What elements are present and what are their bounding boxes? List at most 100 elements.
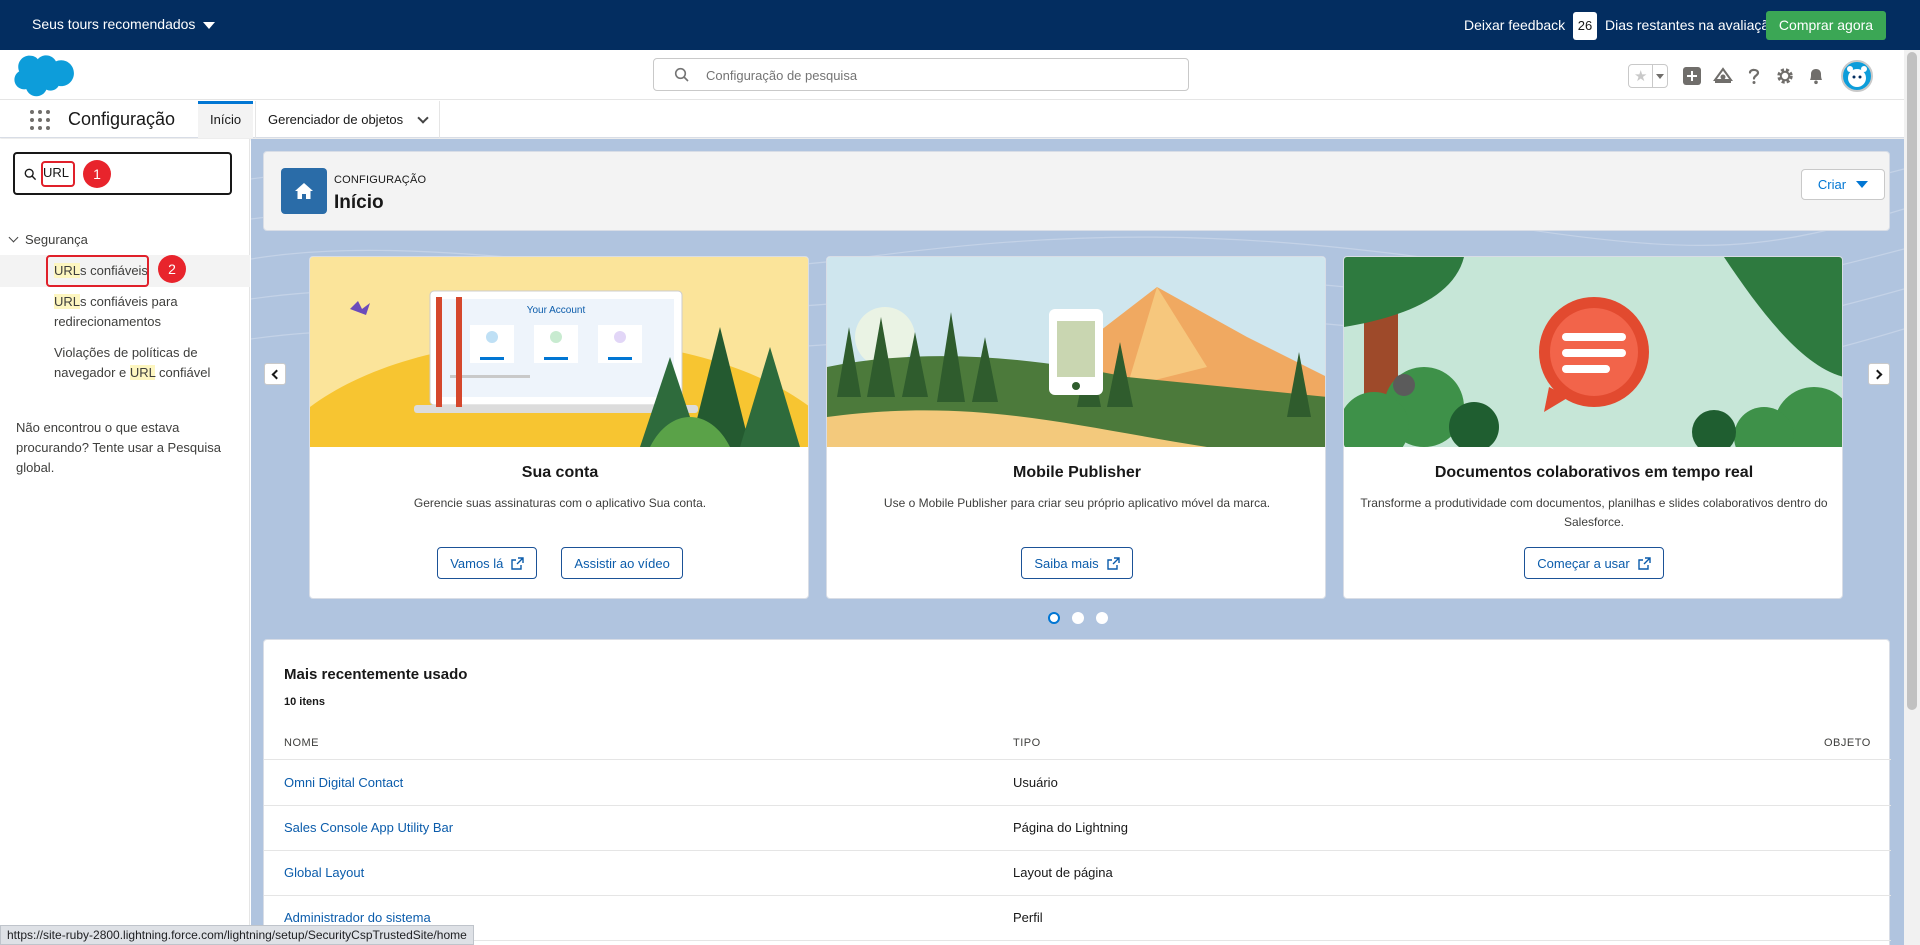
favorites-control[interactable]: ★ — [1628, 64, 1668, 88]
external-link-icon — [511, 556, 525, 570]
tab-object-manager[interactable]: Gerenciador de objetos — [255, 101, 441, 138]
collaborative-docs-illustration — [1344, 257, 1842, 447]
add-icon[interactable] — [1682, 66, 1702, 86]
card-description: Gerencie suas assinaturas com o aplicati… — [413, 496, 707, 510]
your-account-illustration: Your Account — [310, 257, 808, 447]
card-buttons: Vamos lá Assistir ao vídeo — [310, 547, 808, 579]
recommended-tours-menu[interactable]: Seus tours recomendados — [32, 16, 216, 32]
page-header: CONFIGURAÇÃO Início Criar — [263, 151, 1890, 231]
lets-go-button[interactable]: Vamos lá — [437, 547, 538, 579]
card-title: Mobile Publisher — [1012, 464, 1141, 481]
page-title: Início — [334, 192, 384, 213]
salesforce-logo[interactable] — [14, 55, 76, 97]
help-icon[interactable] — [1744, 66, 1764, 86]
header-icon-group: ★ — [1628, 60, 1873, 92]
chevron-down-icon — [1656, 73, 1665, 79]
table-row: Global Layout Layout de página — [264, 851, 1891, 896]
tree-group-security[interactable]: Segurança — [8, 232, 88, 247]
main-content: CONFIGURAÇÃO Início Criar Your Account S… — [251, 139, 1904, 945]
setup-sidebar: URL 1 Segurança URLs confiáveis 2 URLs c… — [0, 139, 250, 945]
carousel-dot-2[interactable] — [1071, 612, 1084, 624]
card-description: Use o Mobile Publisher para criar seu pr… — [883, 496, 1271, 510]
table-row: Omni Digital Contact Usuário — [264, 761, 1891, 806]
tree-item-label: s confiáveis para — [80, 294, 178, 309]
bell-icon[interactable] — [1806, 66, 1826, 86]
tree-item-label: Violações de políticas de — [54, 345, 198, 360]
feedback-link[interactable]: Deixar feedback — [1464, 17, 1565, 33]
button-label: Começar a usar — [1537, 555, 1630, 571]
search-match-highlight: URL — [129, 365, 156, 380]
search-placeholder: Configuração de pesquisa — [706, 68, 858, 83]
tree-group-label: Segurança — [25, 232, 88, 247]
carousel-card-collaborative-docs: Documentos colaborativos em tempo real T… — [1343, 256, 1843, 599]
table-row: Sales Console App Utility Bar Página do … — [264, 806, 1891, 851]
avatar[interactable] — [1841, 60, 1873, 92]
search-match-highlight: URL — [54, 294, 81, 309]
create-button-label: Criar — [1817, 177, 1847, 192]
tree-item-label-line2: redirecionamentos — [54, 314, 161, 329]
page-scrollbar[interactable] — [1904, 50, 1920, 945]
column-header-type[interactable]: TIPO — [1013, 737, 1041, 749]
card-buttons: Saiba mais — [827, 547, 1325, 579]
buy-now-button[interactable]: Comprar agora — [1766, 11, 1886, 40]
tree-item-browser-policy-violations[interactable]: Violações de políticas de navegador e UR… — [54, 343, 210, 383]
button-label: Assistir ao vídeo — [574, 555, 670, 571]
column-header-name[interactable]: NOME — [284, 737, 319, 749]
annotation-highlight-box — [41, 161, 75, 187]
external-link-icon — [1106, 556, 1120, 570]
button-label: Saiba mais — [1034, 555, 1099, 571]
chevron-down-icon — [8, 232, 19, 243]
carousel-card-account: Your Account Sua conta Gerencie suas ass… — [309, 256, 809, 599]
chevron-down-icon — [203, 21, 216, 29]
recently-used-count: 10 itens — [284, 696, 325, 708]
carousel-dot-3[interactable] — [1095, 612, 1108, 624]
tree-item-trusted-urls-redirects[interactable]: URLs confiáveis para redirecionamentos — [54, 292, 178, 332]
column-header-object[interactable]: OBJETO — [1824, 737, 1871, 749]
global-header: Configuração de pesquisa ★ — [0, 50, 1920, 100]
annotation-marker: 2 — [158, 255, 186, 283]
setup-search-input[interactable]: Configuração de pesquisa — [653, 58, 1189, 91]
watch-video-button[interactable]: Assistir ao vídeo — [561, 547, 683, 579]
search-icon — [24, 168, 37, 181]
button-label: Vamos lá — [450, 555, 504, 571]
row-type: Página do Lightning — [1013, 820, 1128, 835]
app-launcher-icon[interactable] — [30, 110, 50, 130]
app-navigation: Configuração Início Gerenciador de objet… — [0, 101, 1920, 138]
recently-used-card: Mais recentemente usado 10 itens NOME TI… — [263, 639, 1891, 945]
astro-avatar-icon — [1847, 66, 1867, 87]
home-icon — [281, 168, 327, 214]
scrollbar-thumb[interactable] — [1907, 52, 1917, 710]
tab-home[interactable]: Início — [198, 101, 254, 138]
row-name-link[interactable]: Omni Digital Contact — [284, 775, 403, 790]
trial-bar: Seus tours recomendados Deixar feedback … — [0, 0, 1920, 50]
chevron-down-icon[interactable] — [417, 111, 429, 124]
recommended-tours-label: Seus tours recomendados — [32, 16, 196, 32]
mobile-publisher-illustration — [827, 257, 1325, 447]
annotation-highlight-box — [46, 255, 149, 287]
favorites-dropdown[interactable] — [1652, 65, 1667, 87]
row-name-link[interactable]: Global Layout — [284, 865, 364, 880]
carousel-previous-button[interactable] — [264, 363, 286, 385]
chevron-right-icon — [1872, 369, 1883, 379]
learn-more-button[interactable]: Saiba mais — [1021, 547, 1133, 579]
row-type: Usuário — [1013, 775, 1058, 790]
carousel-card-mobile-publisher: Mobile Publisher Use o Mobile Publisher … — [826, 256, 1326, 599]
card-title: Sua conta — [521, 464, 599, 481]
gear-icon[interactable] — [1775, 66, 1795, 86]
trailhead-icon[interactable] — [1713, 66, 1733, 86]
carousel-next-button[interactable] — [1868, 363, 1890, 385]
art-caption: Your Account — [527, 305, 586, 316]
card-description: Transforme a produtividade com documento… — [1360, 496, 1828, 529]
card-title: Documentos colaborativos em tempo real — [1434, 464, 1754, 481]
carousel-dot-1[interactable] — [1047, 612, 1060, 624]
create-button[interactable]: Criar — [1801, 169, 1885, 200]
get-started-button[interactable]: Começar a usar — [1524, 547, 1664, 579]
row-name-link[interactable]: Sales Console App Utility Bar — [284, 820, 453, 835]
card-buttons: Começar a usar — [1344, 547, 1842, 579]
page-eyebrow: CONFIGURAÇÃO — [334, 174, 427, 186]
app-name: Configuração — [68, 109, 176, 129]
row-name-link[interactable]: Administrador do sistema — [284, 910, 431, 925]
chevron-down-icon — [1856, 181, 1869, 188]
row-type: Layout de página — [1013, 865, 1113, 880]
star-icon[interactable]: ★ — [1629, 65, 1652, 87]
